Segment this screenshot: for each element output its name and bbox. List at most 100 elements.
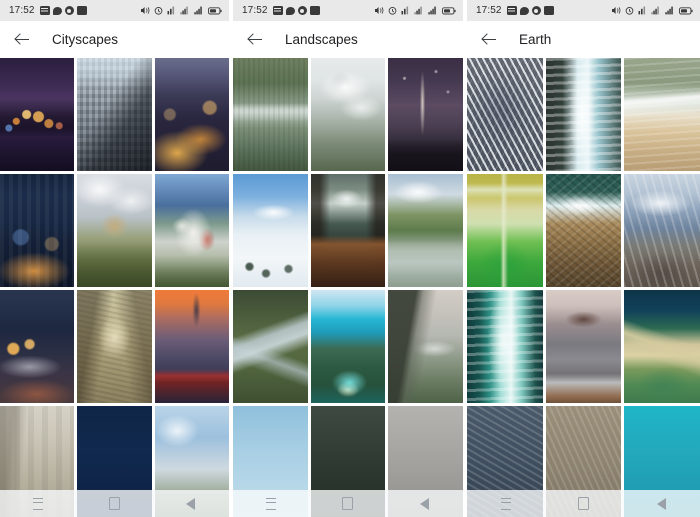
- wallpaper-thumb-starry-night-milky-way[interactable]: [388, 58, 463, 171]
- phone-screen-landscapes: 17:52 Landscapes: [233, 0, 463, 517]
- home-button[interactable]: [566, 490, 600, 517]
- wallpaper-thumb-aerial-algae-green-delta[interactable]: [467, 174, 543, 287]
- app-update-icon: [64, 6, 74, 15]
- page-title: Earth: [519, 31, 552, 47]
- system-navigation-bar: [0, 490, 229, 517]
- screenshot-icon: [506, 6, 517, 15]
- alarm-icon: [388, 6, 397, 15]
- back-icon: [186, 497, 196, 510]
- back-button[interactable]: [408, 490, 442, 517]
- app-toolbar: Cityscapes: [0, 21, 229, 57]
- alarm-icon: [625, 6, 634, 15]
- home-icon: [108, 497, 120, 510]
- status-left-icon-group: [506, 6, 554, 15]
- signal-2-icon: [428, 6, 438, 15]
- recents-icon: [266, 497, 277, 510]
- status-clock: 17:52: [476, 5, 502, 16]
- wallpaper-thumb-city-blue-hour-towers[interactable]: [0, 174, 75, 287]
- wallpaper-thumb-neuschwanstein-castle-mountains[interactable]: [154, 174, 229, 287]
- screenshot-icon: [39, 6, 50, 15]
- three-panel-screenshot-row: 17:52 Cityscapes 17:52 Landscapes 17:52 …: [0, 0, 700, 517]
- signal-2-icon: [194, 6, 204, 15]
- status-clock: 17:52: [242, 5, 268, 16]
- screenshot-icon: [272, 6, 283, 15]
- home-button[interactable]: [97, 490, 131, 517]
- home-icon: [342, 497, 354, 510]
- status-left-icon-group: [39, 6, 87, 15]
- signal-1-icon: [180, 6, 190, 15]
- wallpaper-thumb-aerial-snowy-mountain-range[interactable]: [624, 174, 700, 287]
- status-left-icon-group: [272, 6, 320, 15]
- download-icon: [76, 6, 87, 15]
- back-button[interactable]: [174, 490, 208, 517]
- status-right-icon-group: [374, 6, 456, 15]
- wallpaper-thumb-city-highway-lights-dusk[interactable]: [154, 58, 229, 171]
- wallpaper-thumb-braided-river-green-canyon[interactable]: [233, 290, 308, 403]
- chat-icon: [52, 6, 62, 15]
- data-usage-icon: [638, 6, 647, 15]
- status-bar: 17:52: [467, 0, 700, 21]
- status-bar: 17:52: [233, 0, 463, 21]
- wallpaper-thumb-coastal-headland-dusk[interactable]: [545, 290, 622, 403]
- vibrate-icon: [140, 6, 150, 15]
- recents-icon: [33, 497, 44, 510]
- download-icon: [309, 6, 320, 15]
- app-update-icon: [531, 6, 541, 15]
- wallpaper-thumb-aerial-sandy-beach-shoreline[interactable]: [624, 58, 700, 171]
- wallpaper-thumb-hilltop-castle-clouds[interactable]: [77, 174, 152, 287]
- wallpaper-thumb-suspension-bridge-sunset[interactable]: [154, 290, 229, 403]
- chat-icon: [285, 6, 295, 15]
- wallpaper-thumb-aerial-teal-whitewater[interactable]: [467, 290, 543, 403]
- download-icon: [543, 6, 554, 15]
- wallpaper-thumb-basalt-cliff-plateau[interactable]: [388, 290, 463, 403]
- wallpaper-thumb-aerial-dendritic-riverbed[interactable]: [467, 58, 543, 171]
- status-bar: 17:52: [0, 0, 229, 21]
- recents-button[interactable]: [21, 490, 55, 517]
- data-usage-icon: [167, 6, 176, 15]
- recents-button[interactable]: [489, 490, 523, 517]
- chat-icon: [519, 6, 529, 15]
- data-usage-icon: [401, 6, 410, 15]
- battery-icon: [208, 6, 222, 15]
- back-arrow-icon[interactable]: [12, 29, 32, 49]
- signal-2-icon: [665, 6, 675, 15]
- app-toolbar: Earth: [467, 21, 700, 57]
- status-right-icon-group: [140, 6, 222, 15]
- wallpaper-thumb-snow-field-pine-trees[interactable]: [233, 174, 308, 287]
- wallpaper-thumb-aerial-rocky-coast-waves[interactable]: [545, 174, 622, 287]
- page-title: Landscapes: [285, 31, 358, 47]
- back-arrow-icon[interactable]: [245, 29, 265, 49]
- wallpaper-grid: [467, 57, 700, 517]
- phone-screen-cityscapes: 17:52 Cityscapes: [0, 0, 229, 517]
- app-toolbar: Landscapes: [233, 21, 463, 57]
- phone-screen-earth: 17:52 Earth: [467, 0, 700, 517]
- home-button[interactable]: [331, 490, 365, 517]
- wallpaper-thumb-green-valley-lake-clouds[interactable]: [388, 174, 463, 287]
- back-button[interactable]: [644, 490, 678, 517]
- system-navigation-bar: [467, 490, 700, 517]
- wallpaper-thumb-snowy-old-town-night[interactable]: [0, 290, 75, 403]
- wallpaper-thumb-manhattan-skyscrapers-daylight[interactable]: [77, 58, 152, 171]
- back-icon: [656, 497, 666, 510]
- wallpaper-thumb-city-skyline-night-purple[interactable]: [0, 58, 75, 171]
- recents-button[interactable]: [254, 490, 288, 517]
- wallpaper-thumb-turquoise-lagoon-aerial[interactable]: [310, 290, 386, 403]
- wallpaper-thumb-aerial-surf-breaking-coast[interactable]: [545, 58, 622, 171]
- vibrate-icon: [611, 6, 621, 15]
- wallpaper-grid: [0, 57, 229, 517]
- battery-icon: [442, 6, 456, 15]
- wallpaper-thumb-aerial-sandbar-lagoon[interactable]: [624, 290, 700, 403]
- wallpaper-thumb-cloudy-mountain-peak-fog[interactable]: [310, 58, 386, 171]
- status-clock: 17:52: [9, 5, 35, 16]
- back-arrow-icon[interactable]: [479, 29, 499, 49]
- vibrate-icon: [374, 6, 384, 15]
- recents-icon: [500, 497, 511, 510]
- signal-1-icon: [651, 6, 661, 15]
- wallpaper-thumb-cobblestone-alley-sepia[interactable]: [77, 290, 152, 403]
- wallpaper-thumb-wooden-boat-alpine-lake[interactable]: [310, 174, 386, 287]
- page-title: Cityscapes: [52, 31, 119, 47]
- wallpaper-thumb-misty-forest-lake-reflection[interactable]: [233, 58, 308, 171]
- status-right-icon-group: [611, 6, 693, 15]
- alarm-icon: [154, 6, 163, 15]
- system-navigation-bar: [233, 490, 463, 517]
